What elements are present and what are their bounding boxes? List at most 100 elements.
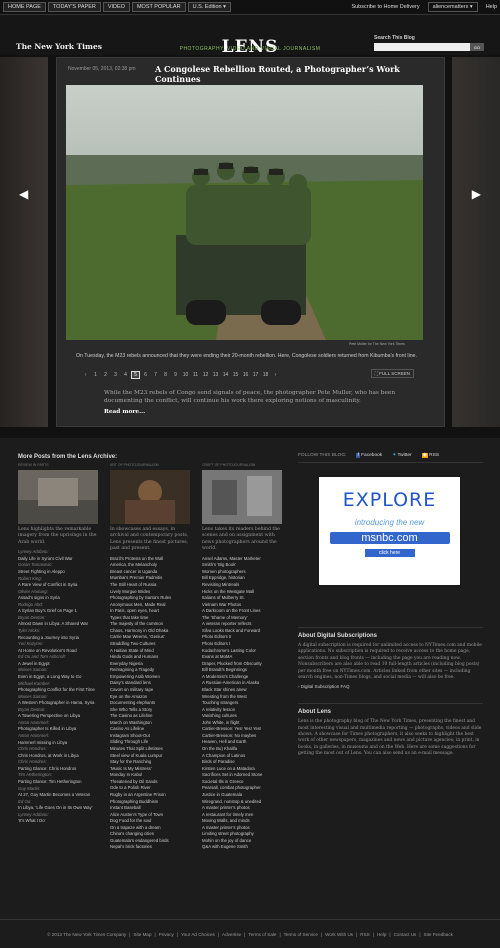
rss-icon: ◉ bbox=[421, 453, 428, 458]
archive-column: CRAFT OF PHOTOJOURNALISM Lens takes its r… bbox=[202, 463, 282, 851]
top-nav-item[interactable]: MOST POPULAR bbox=[131, 2, 186, 12]
excerpt-text: While the M23 rebels of Congo send signa… bbox=[104, 390, 396, 405]
ad-intro: introducing the new bbox=[354, 518, 425, 527]
thumbnail-image bbox=[110, 470, 190, 524]
facebook-link[interactable]: f Facebook bbox=[356, 453, 382, 458]
archive-column: REVIEW IN PARTS Lens highlights the remar… bbox=[18, 463, 98, 851]
column-thumbnail[interactable] bbox=[202, 470, 282, 524]
right-sidebar: FOLLOW THIS BLOG: f Facebook ✦ Twitter ◉… bbox=[298, 453, 483, 758]
pager-item[interactable]: 17 bbox=[251, 372, 260, 378]
top-nav-item[interactable]: HOME PAGE bbox=[3, 2, 46, 12]
read-more-link[interactable]: Read more... bbox=[104, 408, 428, 416]
footer-separator: | bbox=[154, 931, 156, 937]
pager-item[interactable]: 9 bbox=[171, 372, 180, 378]
help-link[interactable]: Help bbox=[486, 4, 497, 10]
footer-link[interactable]: Terms of Service bbox=[284, 932, 318, 937]
subscriptions-text: A digital subscription is required for u… bbox=[298, 643, 482, 680]
thumbnail-image bbox=[202, 470, 282, 524]
pager-item[interactable]: 4 bbox=[121, 372, 130, 378]
twitter-link[interactable]: ✦ Twitter bbox=[392, 453, 411, 458]
list-item[interactable]: Photographing Conflict for the First Tim… bbox=[18, 687, 98, 694]
footer-separator: | bbox=[279, 931, 281, 937]
lower-section: More Posts from the Lens Archive: REVIEW… bbox=[0, 448, 500, 918]
pager-item[interactable]: 13 bbox=[211, 372, 220, 378]
follow-label: FOLLOW THIS BLOG: bbox=[298, 453, 347, 458]
about-lens-title: About Lens bbox=[298, 709, 331, 716]
footer-link[interactable]: Your Ad Choices bbox=[181, 932, 215, 937]
list-item[interactable]: Nepal’s brick factories bbox=[110, 844, 190, 851]
list-item[interactable]: Q&A with Eugene Smith bbox=[202, 844, 282, 851]
subscription-faq-link[interactable]: › Digital Subscription FAQ bbox=[298, 684, 483, 689]
post-headline[interactable]: A Congolese Rebellion Routed, a Photogra… bbox=[155, 64, 444, 84]
footer-link[interactable]: RSS bbox=[360, 932, 369, 937]
rss-link[interactable]: ◉ RSS bbox=[421, 453, 439, 458]
column-heading: REVIEW IN PARTS bbox=[18, 463, 49, 467]
archive-list: Lynsey Addario: Daily Life in Syria’s Civ… bbox=[18, 549, 98, 825]
next-arrow-icon[interactable]: ▶ bbox=[472, 187, 481, 201]
msnbc-ad[interactable]: EXPLORE introducing the new msnbc.com cl… bbox=[317, 475, 462, 587]
footer-separator: | bbox=[217, 931, 220, 937]
pager-item[interactable]: 5 bbox=[131, 371, 140, 379]
pager-item[interactable]: 2 bbox=[101, 372, 110, 378]
footer-link[interactable]: Privacy bbox=[159, 932, 174, 937]
column-description: Lens takes its readers behind the scenes… bbox=[202, 527, 280, 552]
pager-item[interactable]: 16 bbox=[241, 372, 250, 378]
list-item[interactable]: In Libya, ‘Life Goes On in Its Own Way’ bbox=[18, 805, 98, 812]
pager-item[interactable]: 11 bbox=[191, 372, 200, 378]
archive-section: More Posts from the Lens Archive: REVIEW… bbox=[18, 454, 283, 851]
footer-link[interactable]: Contact Us bbox=[394, 932, 417, 937]
pager-item[interactable]: 8 bbox=[161, 372, 170, 378]
footer-link: © 2013 The New York Times Company bbox=[47, 931, 127, 937]
footer-link[interactable]: Work With Us bbox=[325, 932, 353, 937]
post-date: November 05, 2013, 02:38 pm bbox=[68, 66, 136, 72]
feature-card: November 05, 2013, 02:38 pm A Congolese … bbox=[56, 57, 445, 427]
pager-item[interactable]: 7 bbox=[151, 372, 160, 378]
previous-slide-preview[interactable] bbox=[0, 57, 48, 427]
previous-arrow-icon[interactable]: ◀ bbox=[19, 187, 28, 201]
footer-link[interactable]: Advertise bbox=[222, 932, 241, 937]
footer-separator: | bbox=[389, 931, 391, 937]
pager-item[interactable]: 6 bbox=[141, 372, 150, 378]
subscribe-link[interactable]: Subscribe to Home Delivery bbox=[351, 4, 419, 10]
pager-item[interactable]: 10 bbox=[181, 372, 190, 378]
pager-item[interactable]: 3 bbox=[111, 372, 120, 378]
ad-click-button[interactable]: click here bbox=[364, 549, 415, 557]
top-nav-item[interactable]: TODAY'S PAPER bbox=[47, 2, 101, 12]
pager-item[interactable]: 14 bbox=[221, 372, 230, 378]
column-heading: CRAFT OF PHOTOJOURNALISM bbox=[202, 463, 256, 467]
photo-credit: Pete Muller for The New York Times bbox=[349, 342, 405, 346]
pager-item[interactable]: 12 bbox=[201, 372, 210, 378]
full-screen-button[interactable]: ⛶ FULL SCREEN bbox=[370, 369, 414, 378]
top-nav-item[interactable]: U.S. Edition ▾ bbox=[187, 2, 231, 12]
pager-item[interactable]: ‹ bbox=[81, 372, 90, 378]
pager-item[interactable]: 1 bbox=[91, 372, 100, 378]
footer-separator: | bbox=[356, 931, 358, 937]
footer-link[interactable]: Terms of Sale bbox=[248, 932, 276, 937]
next-slide-preview[interactable] bbox=[452, 57, 500, 427]
footer-link[interactable]: Help bbox=[377, 932, 386, 937]
pager-item[interactable]: 15 bbox=[231, 372, 240, 378]
column-thumbnail[interactable] bbox=[110, 470, 190, 524]
archive-list: Brazil’s Protests on the Wall America, th… bbox=[110, 556, 190, 851]
user-menu[interactable]: aliencematters ▾ bbox=[427, 2, 478, 12]
page-footer: © 2013 The New York Times Company | Site M… bbox=[0, 919, 500, 948]
thumbnail-image bbox=[18, 470, 98, 524]
pager-item[interactable]: 18 bbox=[261, 372, 270, 378]
digital-subscriptions-box: About Digital Subscriptions A digital su… bbox=[298, 627, 483, 689]
pager-item[interactable]: › bbox=[271, 372, 280, 378]
archive-list: Ansel Adams, Master Marketer Smith’s ‘Big… bbox=[202, 556, 282, 851]
list-item[interactable]: At 27, Guy Martin Becomes a Veteran bbox=[18, 792, 98, 799]
footer-link[interactable]: Site Feedback bbox=[424, 932, 453, 937]
list-item[interactable]: ‘It’s What I Do’ bbox=[18, 818, 98, 825]
follow-bar: FOLLOW THIS BLOG: f Facebook ✦ Twitter ◉… bbox=[298, 453, 483, 463]
photo-caption: On Tuesday, the M23 rebels announced tha… bbox=[76, 353, 417, 359]
search-label: Search This Blog bbox=[374, 35, 415, 41]
list-item[interactable]: A Western Photographer in Hama, Syria bbox=[18, 700, 98, 707]
column-thumbnail[interactable] bbox=[18, 470, 98, 524]
top-nav-item[interactable]: VIDEO bbox=[102, 2, 130, 12]
post-excerpt: While the M23 rebels of Congo send signa… bbox=[104, 389, 428, 416]
top-nav-links: HOME PAGE TODAY'S PAPER VIDEO MOST POPULAR U… bbox=[3, 2, 231, 12]
subscriptions-title: About Digital Subscriptions bbox=[298, 633, 377, 639]
footer-link[interactable]: Site Map bbox=[133, 932, 151, 937]
footer-separator: | bbox=[419, 931, 421, 937]
